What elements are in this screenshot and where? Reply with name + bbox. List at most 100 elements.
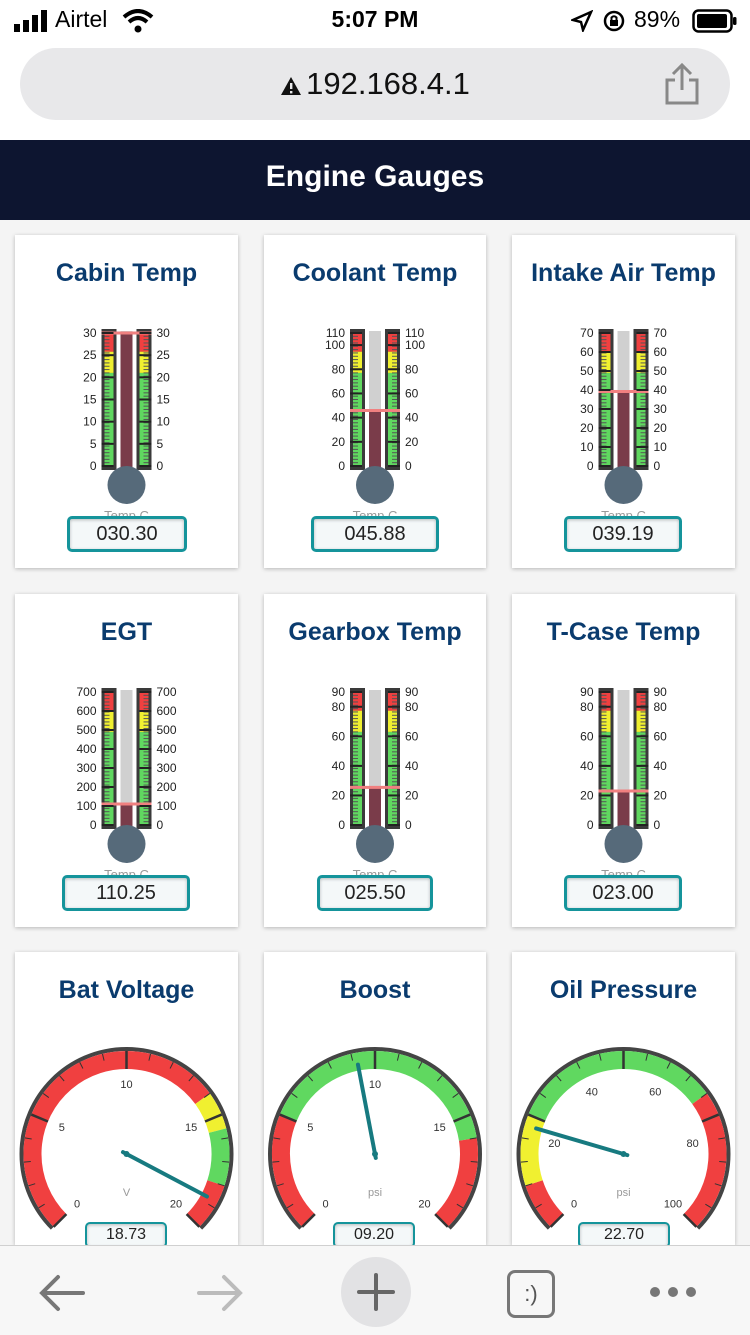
tick-label: 0 [90,459,97,473]
tick-label: 80 [654,700,668,714]
dial-tick-label: 20 [418,1198,430,1210]
tick-label: 0 [587,818,594,832]
dial-tick-label: 15 [185,1122,197,1134]
dial-tick [470,1161,478,1163]
tick-label: 60 [332,386,346,400]
tick-label: 0 [654,818,661,832]
left-zone-strip [353,333,362,352]
tick-label: 0 [654,459,661,473]
address-bar[interactable]: 192.168.4.1 [20,48,730,120]
tick-label: 0 [405,459,412,473]
tick-label: 0 [338,459,345,473]
tick-label: 30 [157,326,171,340]
tick-label: 15 [83,393,97,407]
dial-tick-label: 0 [571,1198,577,1210]
tick-label: 20 [405,788,419,802]
tick-label: 600 [157,704,177,718]
tick-label: 30 [580,402,594,416]
thermometer-bulb [604,825,643,863]
gauge-card-oil-pressure: Oil Pressure 0 20 40 60 80 100 psi 22.70 [512,952,735,1245]
tick-label: 20 [332,435,346,449]
tick-label: 20 [654,788,668,802]
dial-zone-arc [195,1093,227,1134]
right-zone-strip [636,333,646,352]
tick-label: 10 [83,415,97,429]
tick-label: 300 [76,761,96,775]
browser-chrome: 192.168.4.1 [0,40,750,140]
tick-label: 60 [654,345,668,359]
tabs-glyph: :) [507,1270,555,1318]
gauge-value: 023.00 [564,875,682,911]
left-zone-strip [601,333,611,352]
dial-tick [719,1161,727,1163]
right-zone-strip [139,333,149,352]
gauge-card-gearbox-temp: Gearbox Temp 0020204040606080809090Temp … [264,594,486,927]
battery-icon [692,9,737,33]
tick-label: 20 [580,421,594,435]
more-icon[interactable] [638,1258,708,1328]
tick-label: 80 [332,700,346,714]
right-zone-strip [636,692,646,711]
tick-label: 40 [332,759,346,773]
thermometer-bulb [604,466,643,504]
dial-needle [120,1150,209,1199]
dial-hub [123,1151,130,1157]
tick-label: 5 [90,437,97,451]
mercury-column [617,391,630,476]
address-display[interactable]: 192.168.4.1 [20,66,730,102]
dial-gauge: 0 20 40 60 80 100 psi [516,1047,731,1230]
dial-zone-arc [207,1128,230,1186]
tick-label: 0 [157,818,164,832]
gauge-card-intake-air-temp: Intake Air Temp 0 0 10 10 20 20 30 30 40 40 50 50 60… [512,235,735,568]
dial-tick [272,1161,280,1163]
tick-label: 100 [76,799,96,813]
tick-label: 20 [580,788,594,802]
forward-arrow-icon[interactable] [184,1258,254,1328]
gauge-card-coolant-temp: Coolant Temp 0 0 20 20 40 40 60 60 80 80 100 100 110… [264,235,486,568]
tick-label: 100 [405,338,425,352]
share-icon[interactable] [662,62,702,106]
tick-label: 60 [332,729,346,743]
tick-label: 300 [157,761,177,775]
dial-hub [372,1151,378,1157]
left-zone-strip [104,333,114,352]
tick-label: 70 [654,326,668,340]
tick-label: 40 [405,759,419,773]
thermometer-bulb [107,466,146,504]
tick-label: 40 [654,383,668,397]
tick-label: 20 [83,370,97,384]
tabs-icon[interactable]: :) [495,1258,565,1328]
tick-label: 60 [405,386,419,400]
tick-label: 20 [157,370,171,384]
tick-label: 110 [326,326,345,340]
tick-label: 80 [405,700,419,714]
tick-label: 30 [654,402,668,416]
tick-label: 400 [76,742,96,756]
tick-label: 20 [654,421,668,435]
plus-icon[interactable] [340,1256,412,1328]
dial-unit-label: psi [616,1187,630,1199]
tick-label: 10 [654,440,668,454]
tick-label: 20 [332,788,346,802]
tick-label: 200 [76,780,96,794]
tick-label: 20 [405,435,419,449]
rotation-lock-icon [603,10,625,32]
tick-label: 0 [587,459,594,473]
tick-label: 600 [76,704,96,718]
gauge-value: 110.25 [62,875,190,911]
back-arrow-icon[interactable] [28,1258,98,1328]
gauge-card-egt: EGT 0 0 100 100 200 200 300 300 400 400 500 500 600 6… [15,594,238,927]
gauge-card-cabin-temp: Cabin Temp 005510101515202025253030Temp … [15,235,238,568]
gauge-card-boost: Boost 0 5 10 15 20 psi 09.20 [264,952,486,1245]
gauge-value: 030.30 [67,516,187,552]
dial-unit-label: psi [368,1187,382,1199]
dial-tick-label: 0 [74,1198,80,1210]
tick-label: 200 [157,780,177,794]
left-zone-strip [104,692,114,711]
dial-tick-label: 20 [170,1198,182,1210]
warning-icon [281,76,302,95]
page-title: Engine Gauges [265,160,485,193]
right-zone-strip [139,692,149,711]
left-zone-strip [353,692,362,711]
tick-label: 10 [580,440,594,454]
